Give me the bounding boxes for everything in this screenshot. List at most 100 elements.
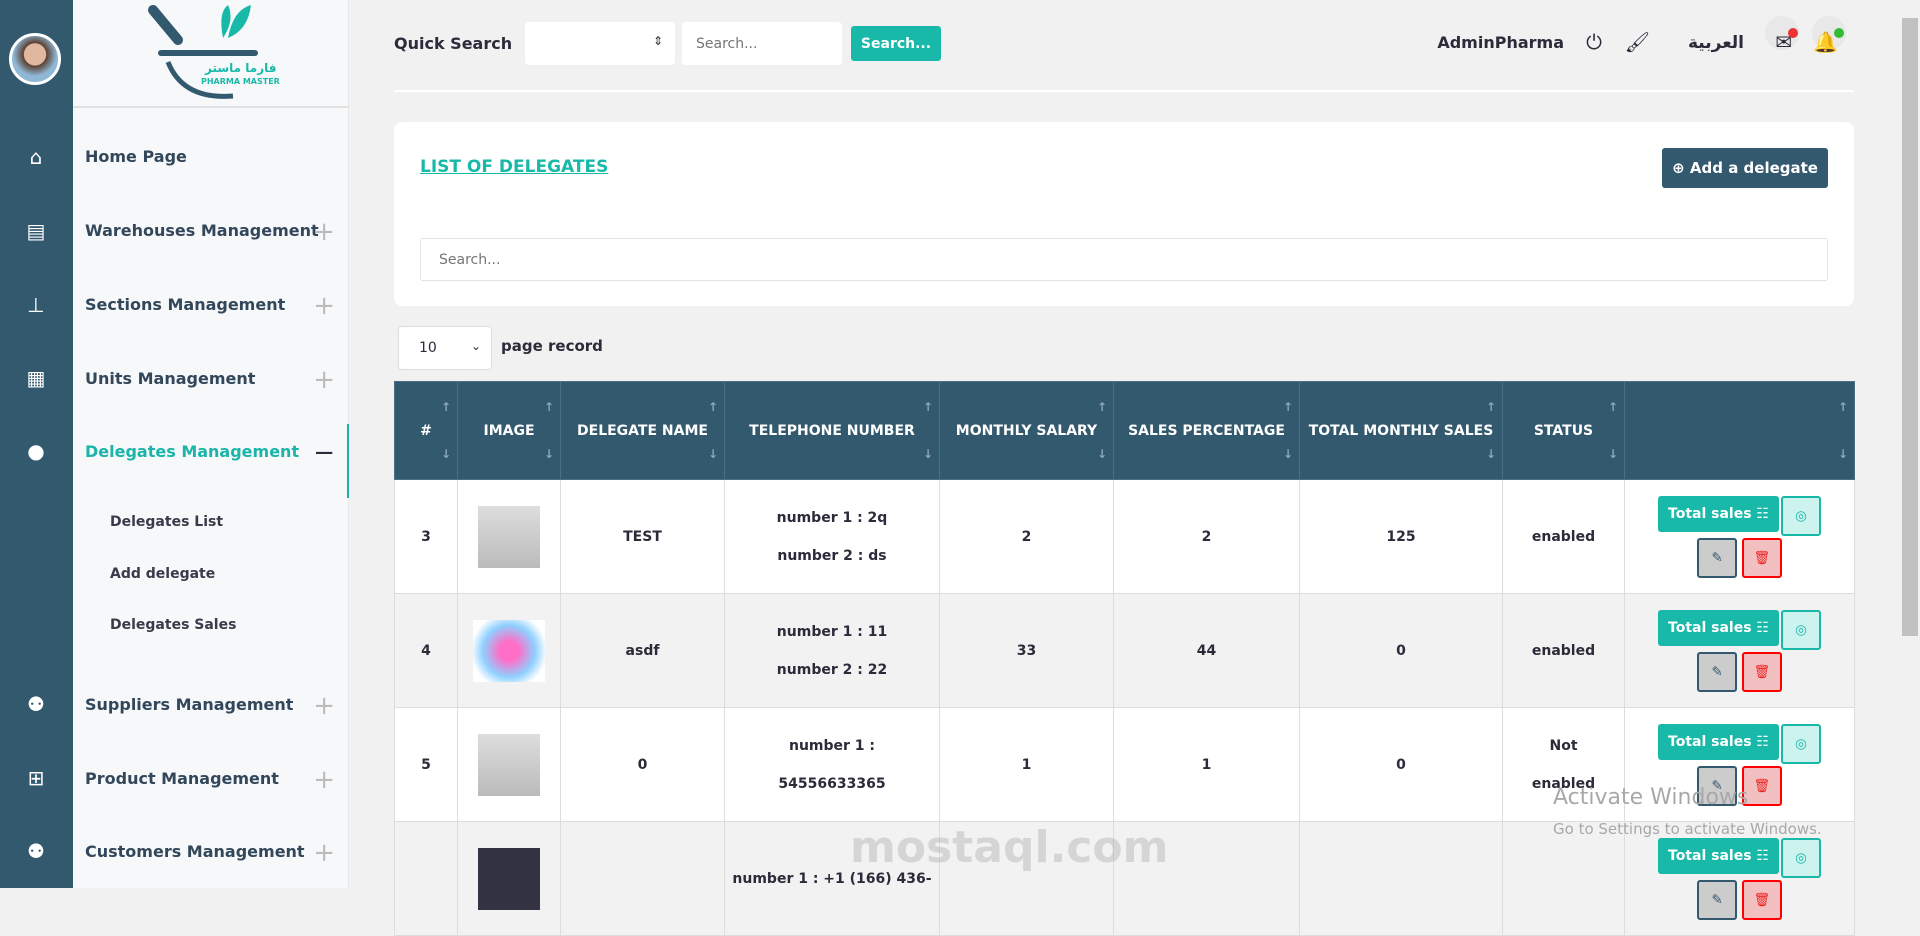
column-header[interactable]: TELEPHONE NUMBER ↑ ↓: [724, 381, 940, 480]
row-id: 4: [394, 593, 458, 708]
sort-down-icon[interactable]: ↓: [923, 447, 933, 461]
sidebar-subitem-delegates-sales[interactable]: Delegates Sales: [110, 617, 236, 633]
edit-button[interactable]: ✎: [1697, 879, 1738, 920]
total-sales-button[interactable]: Total sales ☷: [1658, 609, 1779, 646]
edit-button[interactable]: ✎: [1697, 537, 1738, 578]
table-search-input[interactable]: [420, 238, 1828, 281]
power-icon[interactable]: ⏻: [1586, 30, 1602, 54]
quick-search-select[interactable]: ⇕: [525, 22, 675, 65]
sort-up-icon[interactable]: ↑: [1486, 400, 1496, 414]
sidebar-item-delegates[interactable]: Delegates Management −: [85, 438, 335, 468]
sort-up-icon[interactable]: ↑: [544, 400, 554, 414]
column-header[interactable]: STATUS ↑ ↓: [1502, 381, 1625, 480]
total-sales-button[interactable]: Total sales ☷: [1658, 723, 1779, 760]
delete-button[interactable]: 🗑: [1741, 537, 1782, 578]
users-icon[interactable]: ⚉: [22, 837, 50, 865]
scrollbar-thumb[interactable]: [1902, 18, 1918, 636]
quick-search-input[interactable]: [682, 22, 842, 65]
sidebar-item-customers[interactable]: Customers Management +: [85, 838, 335, 868]
sidebar-subitem-delegates-list[interactable]: Delegates List: [110, 514, 223, 530]
sort-up-icon[interactable]: ↑: [923, 400, 933, 414]
view-button[interactable]: ◎: [1780, 837, 1821, 878]
sidebar-subitem-add-delegate[interactable]: Add delegate: [110, 566, 215, 582]
edit-button[interactable]: ✎: [1697, 651, 1738, 692]
sort-down-icon[interactable]: ↓: [1838, 447, 1848, 461]
sidebar-item-suppliers[interactable]: Suppliers Management +: [85, 691, 335, 721]
total-sales-button[interactable]: Total sales ☷: [1658, 837, 1779, 874]
image-cell: [457, 821, 561, 936]
quick-search-label: Quick Search: [394, 34, 513, 53]
sidebar-item-home[interactable]: Home Page: [85, 147, 335, 166]
phone-2: 54556633365: [778, 775, 886, 792]
sort-up-icon[interactable]: ↑: [1838, 400, 1848, 414]
sort-down-icon[interactable]: ↓: [544, 447, 554, 461]
grid-icon[interactable]: ▦: [22, 364, 50, 392]
quick-search-button[interactable]: Search...: [851, 26, 941, 61]
sidebar-item-warehouses[interactable]: Warehouses Management +: [85, 217, 335, 247]
scrollbar[interactable]: [1900, 0, 1920, 888]
column-header[interactable]: DELEGATE NAME ↑ ↓: [560, 381, 725, 480]
phone-2: number 2 : ds: [777, 547, 887, 564]
expand-icon[interactable]: +: [313, 291, 335, 321]
plus-square-icon[interactable]: ⊞: [22, 764, 50, 792]
user-tie-icon[interactable]: ●: [22, 437, 50, 465]
sidebar-item-label: Product Management: [85, 769, 279, 788]
sidebar-item-products[interactable]: Product Management +: [85, 765, 335, 795]
sort-down-icon[interactable]: ↓: [441, 447, 451, 461]
delete-button[interactable]: 🗑: [1741, 651, 1782, 692]
view-button[interactable]: ◎: [1780, 495, 1821, 536]
sort-down-icon[interactable]: ↓: [1283, 447, 1293, 461]
icon-rail: ⌂ ▤ ⊥ ▦ ● ⚉ ⊞ ⚉: [0, 0, 73, 888]
column-header-label: STATUS: [1533, 422, 1594, 439]
language-switch[interactable]: العربية: [1688, 33, 1744, 53]
brush-icon[interactable]: 🖌: [1625, 30, 1650, 54]
column-header-label: TOTAL MONTHLY SALES: [1308, 422, 1494, 439]
chevron-down-icon: ⌄: [470, 339, 481, 353]
users-icon[interactable]: ⚉: [22, 690, 50, 718]
svg-text:PHARMA MASTER: PHARMA MASTER: [201, 77, 280, 86]
sidebar-item-sections[interactable]: Sections Management +: [85, 291, 335, 321]
avatar[interactable]: [9, 33, 61, 85]
add-delegate-button[interactable]: ⊕ Add a delegate: [1662, 148, 1828, 188]
sort-down-icon[interactable]: ↓: [1486, 447, 1496, 461]
expand-icon[interactable]: +: [313, 765, 335, 795]
column-header[interactable]: # ↑ ↓: [394, 381, 458, 480]
view-button[interactable]: ◎: [1780, 609, 1821, 650]
expand-icon[interactable]: +: [313, 691, 335, 721]
list-icon: ☷: [1756, 619, 1769, 636]
column-header[interactable]: MONTHLY SALARY ↑ ↓: [939, 381, 1114, 480]
sort-up-icon[interactable]: ↑: [708, 400, 718, 414]
page-size-select[interactable]: 10 ⌄: [398, 326, 492, 370]
edit-icon: ✎: [1711, 663, 1723, 679]
column-header[interactable]: SALES PERCENTAGE ↑ ↓: [1113, 381, 1300, 480]
sort-up-icon[interactable]: ↑: [441, 400, 451, 414]
user-name[interactable]: AdminPharma: [1437, 33, 1564, 52]
status: [1502, 821, 1625, 936]
sidebar-item-label: Suppliers Management: [85, 695, 294, 714]
expand-icon[interactable]: +: [313, 217, 335, 247]
expand-icon[interactable]: +: [313, 838, 335, 868]
home-icon[interactable]: ⌂: [22, 143, 50, 171]
sidebar-item-units[interactable]: Units Management +: [85, 365, 335, 395]
column-header[interactable]: ↑ ↓: [1624, 381, 1855, 480]
sort-up-icon[interactable]: ↑: [1283, 400, 1293, 414]
sort-down-icon[interactable]: ↓: [708, 447, 718, 461]
total-sales-button[interactable]: Total sales ☷: [1658, 495, 1779, 532]
page-title[interactable]: LIST OF DELEGATES: [420, 157, 608, 177]
column-header[interactable]: TOTAL MONTHLY SALES ↑ ↓: [1299, 381, 1503, 480]
view-button[interactable]: ◎: [1780, 723, 1821, 764]
sort-down-icon[interactable]: ↓: [1097, 447, 1107, 461]
trash-icon: 🗑: [1753, 891, 1771, 907]
expand-icon[interactable]: +: [313, 365, 335, 395]
column-header[interactable]: IMAGE ↑ ↓: [457, 381, 561, 480]
warehouse-icon[interactable]: ▤: [22, 217, 50, 245]
phone-cell: number 1 : 11 number 2 : 22: [724, 593, 940, 708]
collapse-icon[interactable]: −: [313, 438, 335, 468]
sort-up-icon[interactable]: ↑: [1608, 400, 1618, 414]
notification-badge: [1834, 28, 1844, 38]
sort-down-icon[interactable]: ↓: [1608, 447, 1618, 461]
sort-up-icon[interactable]: ↑: [1097, 400, 1107, 414]
sitemap-icon[interactable]: ⊥: [22, 291, 50, 319]
delete-button[interactable]: 🗑: [1741, 879, 1782, 920]
table-row: 3 TEST number 1 : 2q number 2 : ds 2 2 12…: [394, 479, 1855, 594]
